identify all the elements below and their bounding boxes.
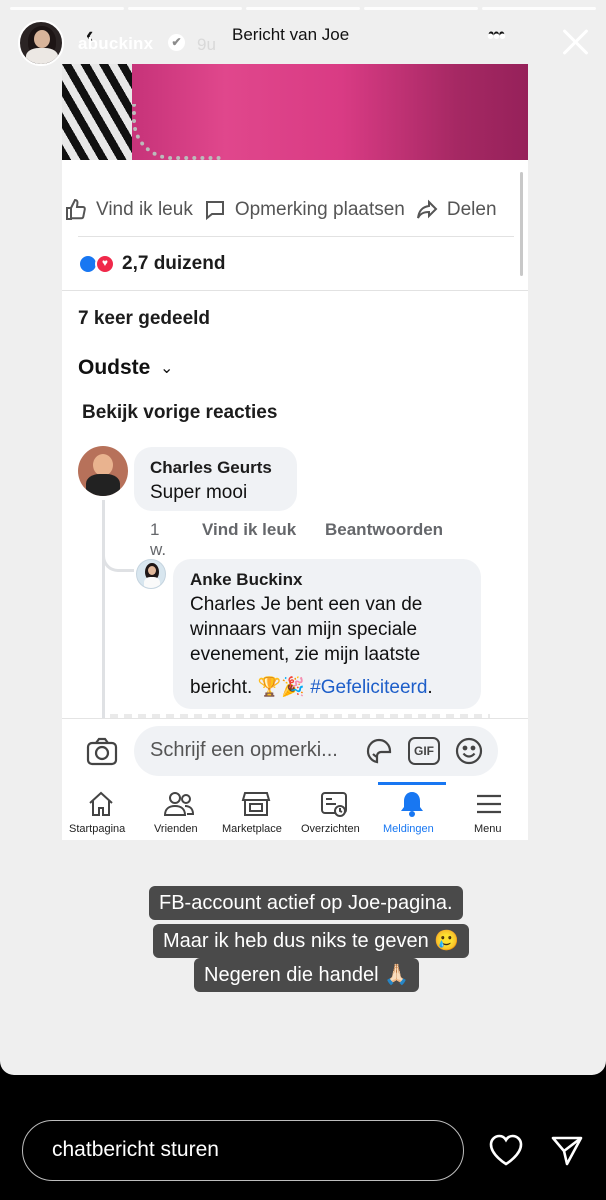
divider [78,236,514,237]
hashtag-link: #Gefeliciteerd [310,677,428,698]
progress-segment [128,7,242,10]
friends-icon [163,792,195,816]
comment-text-line: winnaars van mijn speciale [190,619,418,640]
story-more-icon[interactable]: ••• [487,26,506,49]
camera-icon [86,737,118,766]
fb-post-title: Bericht van Joe [232,25,350,44]
feeds-icon [321,792,347,817]
avatar [78,446,128,496]
chain-detail [132,104,222,160]
thumbs-up-icon [66,198,86,220]
comment-author: Anke Buckinx [190,570,303,589]
share-action: Delen [415,198,497,222]
like-label: Vind ik leuk [96,199,193,220]
comment-text: Super mooi [150,482,248,503]
story-avatar[interactable] [18,20,64,66]
comment-text-fragment: . [427,677,433,698]
comment-text-line: evenement, zie mijn laatste [190,644,421,665]
send-icon[interactable] [550,1133,584,1167]
fb-tab-bar [62,783,528,839]
tab-marketplace-label: Marketplace [222,823,282,835]
menu-icon [477,794,501,814]
post-photo [62,64,528,160]
story-username[interactable]: abuckinx [78,34,153,54]
tab-feeds-label: Overzichten [301,823,360,835]
home-icon [89,791,113,816]
love-reaction-icon: ♥ [95,254,115,274]
comment-icon [205,201,224,221]
story-time: 9u [197,35,216,54]
comment-time: 1 w. [150,520,167,559]
post-actions: Vind ik leuk Opmerking plaatsen Delen [64,198,507,222]
verified-badge-icon: ✔ [168,34,185,51]
tab-notifications-label: Meldingen [383,823,434,835]
close-icon[interactable] [558,24,594,60]
comment-like-link: Vind ik leuk [202,520,297,539]
active-tab-indicator [378,782,446,785]
message-input-placeholder: chatbericht sturen [52,1138,219,1161]
smiley-icon [455,737,483,765]
gif-icon: GIF [408,737,440,765]
comment-text-line: Charles Je bent een van de [190,594,423,615]
tab-friends-label: Vrienden [154,823,198,835]
share-count: 7 keer gedeeld [78,308,211,329]
marketplace-icon [241,792,271,816]
chevron-down-icon: ⌄ [160,360,174,377]
comment-sort: Oudste [78,356,151,379]
share-icon [416,199,438,219]
divider [62,290,528,291]
story-frame: ‹ Bericht van Joe ••• Vind ik leuk Opmer… [0,0,606,1075]
comment-text-fragment: bericht. 🏆🎉 [190,677,311,698]
story-progress [10,7,596,10]
sticker-icon [366,738,392,764]
fb-scrollbar [520,172,523,276]
thread-connector [102,540,134,572]
view-previous-comments: Bekijk vorige reacties [82,402,278,423]
reaction-icons: ♥ [78,254,120,274]
heart-icon[interactable] [488,1133,524,1167]
comment-text-line: bericht. 🏆🎉 #Gefeliciteerd. [190,675,433,699]
comment-input-placeholder: Schrijf een opmerki... [150,739,338,761]
comment-reply-link: Beantwoorden [325,520,444,539]
comment-action: Opmerking plaatsen [203,198,405,222]
zebra-pattern [62,64,132,160]
progress-segment [246,7,360,10]
like-action: Vind ik leuk [64,198,193,222]
avatar [136,559,166,589]
progress-segment [482,7,596,10]
comment-label: Opmerking plaatsen [234,199,405,220]
story-caption: Negeren die handel 🙏🏻 [194,958,420,992]
comment-author: Charles Geurts [150,458,272,477]
thread-line [102,500,105,718]
progress-segment [10,7,124,10]
reaction-count: 2,7 duizend [122,253,226,274]
progress-segment [364,7,478,10]
share-label: Delen [446,199,497,220]
tab-menu-label: Menu [474,823,502,835]
story-caption: FB-account actief op Joe-pagina. [149,886,463,920]
bell-icon [401,792,423,817]
story-caption: Maar ik heb dus niks te geven 🥲 [153,924,470,958]
tab-home-label: Startpagina [69,823,126,835]
